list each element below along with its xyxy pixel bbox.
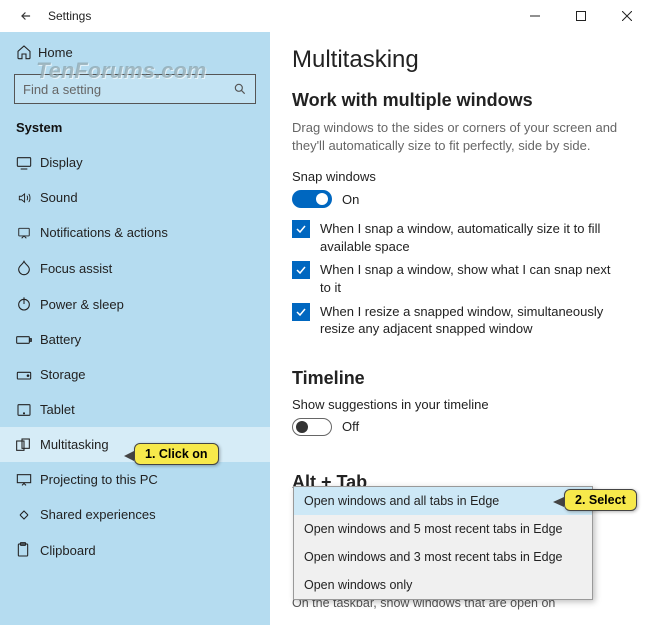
timeline-label: Show suggestions in your timeline <box>292 397 622 412</box>
sidebar-item-tablet[interactable]: Tablet <box>0 392 270 427</box>
close-button[interactable] <box>604 0 650 32</box>
search-icon <box>233 82 247 96</box>
sidebar-item-label: Clipboard <box>40 543 96 558</box>
timeline-toggle[interactable] <box>292 418 332 436</box>
minimize-button[interactable] <box>512 0 558 32</box>
callout-arrow-2 <box>553 497 564 507</box>
titlebar: Settings <box>0 0 650 32</box>
sidebar: Home Find a setting System Display Sound… <box>0 32 270 625</box>
sidebar-item-label: Multitasking <box>40 437 109 452</box>
search-input[interactable]: Find a setting <box>14 74 256 104</box>
sidebar-item-label: Display <box>40 155 83 170</box>
section-heading-snap: Work with multiple windows <box>292 90 622 111</box>
alttab-option-0[interactable]: Open windows and all tabs in Edge <box>294 487 592 515</box>
sidebar-item-label: Storage <box>40 367 86 382</box>
sound-icon <box>16 191 40 205</box>
projecting-icon <box>16 473 40 487</box>
shared-icon <box>16 508 40 522</box>
sidebar-item-display[interactable]: Display <box>0 145 270 180</box>
sidebar-item-projecting[interactable]: Projecting to this PC <box>0 462 270 497</box>
check-label: When I snap a window, show what I can sn… <box>320 261 622 296</box>
multitasking-icon <box>16 438 40 452</box>
check-label: When I snap a window, automatically size… <box>320 220 622 255</box>
sidebar-section-label: System <box>0 114 270 145</box>
back-button[interactable] <box>12 9 40 23</box>
sidebar-home-label: Home <box>38 45 73 60</box>
storage-icon <box>16 368 40 382</box>
alttab-option-3[interactable]: Open windows only <box>294 571 592 599</box>
timeline-state: Off <box>342 419 359 434</box>
sidebar-item-power-sleep[interactable]: Power & sleep <box>0 286 270 322</box>
sidebar-home[interactable]: Home <box>0 36 270 68</box>
battery-icon <box>16 334 40 346</box>
alttab-dropdown[interactable]: Open windows and all tabs in Edge Open w… <box>293 486 593 600</box>
sidebar-item-battery[interactable]: Battery <box>0 322 270 357</box>
section-heading-timeline: Timeline <box>292 368 622 389</box>
snap-check-1[interactable]: When I snap a window, automatically size… <box>292 220 622 255</box>
snap-windows-toggle[interactable] <box>292 190 332 208</box>
sidebar-item-focus-assist[interactable]: Focus assist <box>0 250 270 286</box>
page-title: Multitasking <box>292 46 622 74</box>
snap-windows-state: On <box>342 192 359 207</box>
checkbox-icon <box>292 261 310 279</box>
clipboard-icon <box>16 542 40 558</box>
sidebar-item-clipboard[interactable]: Clipboard <box>0 532 270 568</box>
sidebar-item-sound[interactable]: Sound <box>0 180 270 215</box>
sidebar-item-label: Power & sleep <box>40 297 124 312</box>
callout-2: 2. Select <box>564 489 637 511</box>
checkbox-icon <box>292 220 310 238</box>
snap-windows-label: Snap windows <box>292 169 622 184</box>
search-placeholder: Find a setting <box>23 82 233 97</box>
sidebar-item-label: Sound <box>40 190 78 205</box>
display-icon <box>16 156 40 170</box>
sidebar-item-storage[interactable]: Storage <box>0 357 270 392</box>
home-icon <box>16 44 38 60</box>
sidebar-item-label: Focus assist <box>40 261 112 276</box>
alttab-option-2[interactable]: Open windows and 3 most recent tabs in E… <box>294 543 592 571</box>
sidebar-item-label: Shared experiences <box>40 507 156 522</box>
focus-assist-icon <box>16 260 40 276</box>
check-label: When I resize a snapped window, simultan… <box>320 303 622 338</box>
window-title: Settings <box>48 9 91 23</box>
callout-1: 1. Click on <box>134 443 219 465</box>
alttab-option-1[interactable]: Open windows and 5 most recent tabs in E… <box>294 515 592 543</box>
power-icon <box>16 296 40 312</box>
sidebar-item-label: Projecting to this PC <box>40 472 158 487</box>
section-desc-snap: Drag windows to the sides or corners of … <box>292 119 622 155</box>
sidebar-item-label: Tablet <box>40 402 75 417</box>
snap-check-3[interactable]: When I resize a snapped window, simultan… <box>292 303 622 338</box>
checkbox-icon <box>292 303 310 321</box>
sidebar-item-label: Notifications & actions <box>40 225 168 240</box>
callout-arrow-1 <box>124 451 134 461</box>
sidebar-item-label: Battery <box>40 332 81 347</box>
snap-check-2[interactable]: When I snap a window, show what I can sn… <box>292 261 622 296</box>
sidebar-item-shared-experiences[interactable]: Shared experiences <box>0 497 270 532</box>
sidebar-item-notifications[interactable]: Notifications & actions <box>0 215 270 250</box>
notifications-icon <box>16 226 40 240</box>
tablet-icon <box>16 403 40 417</box>
maximize-button[interactable] <box>558 0 604 32</box>
